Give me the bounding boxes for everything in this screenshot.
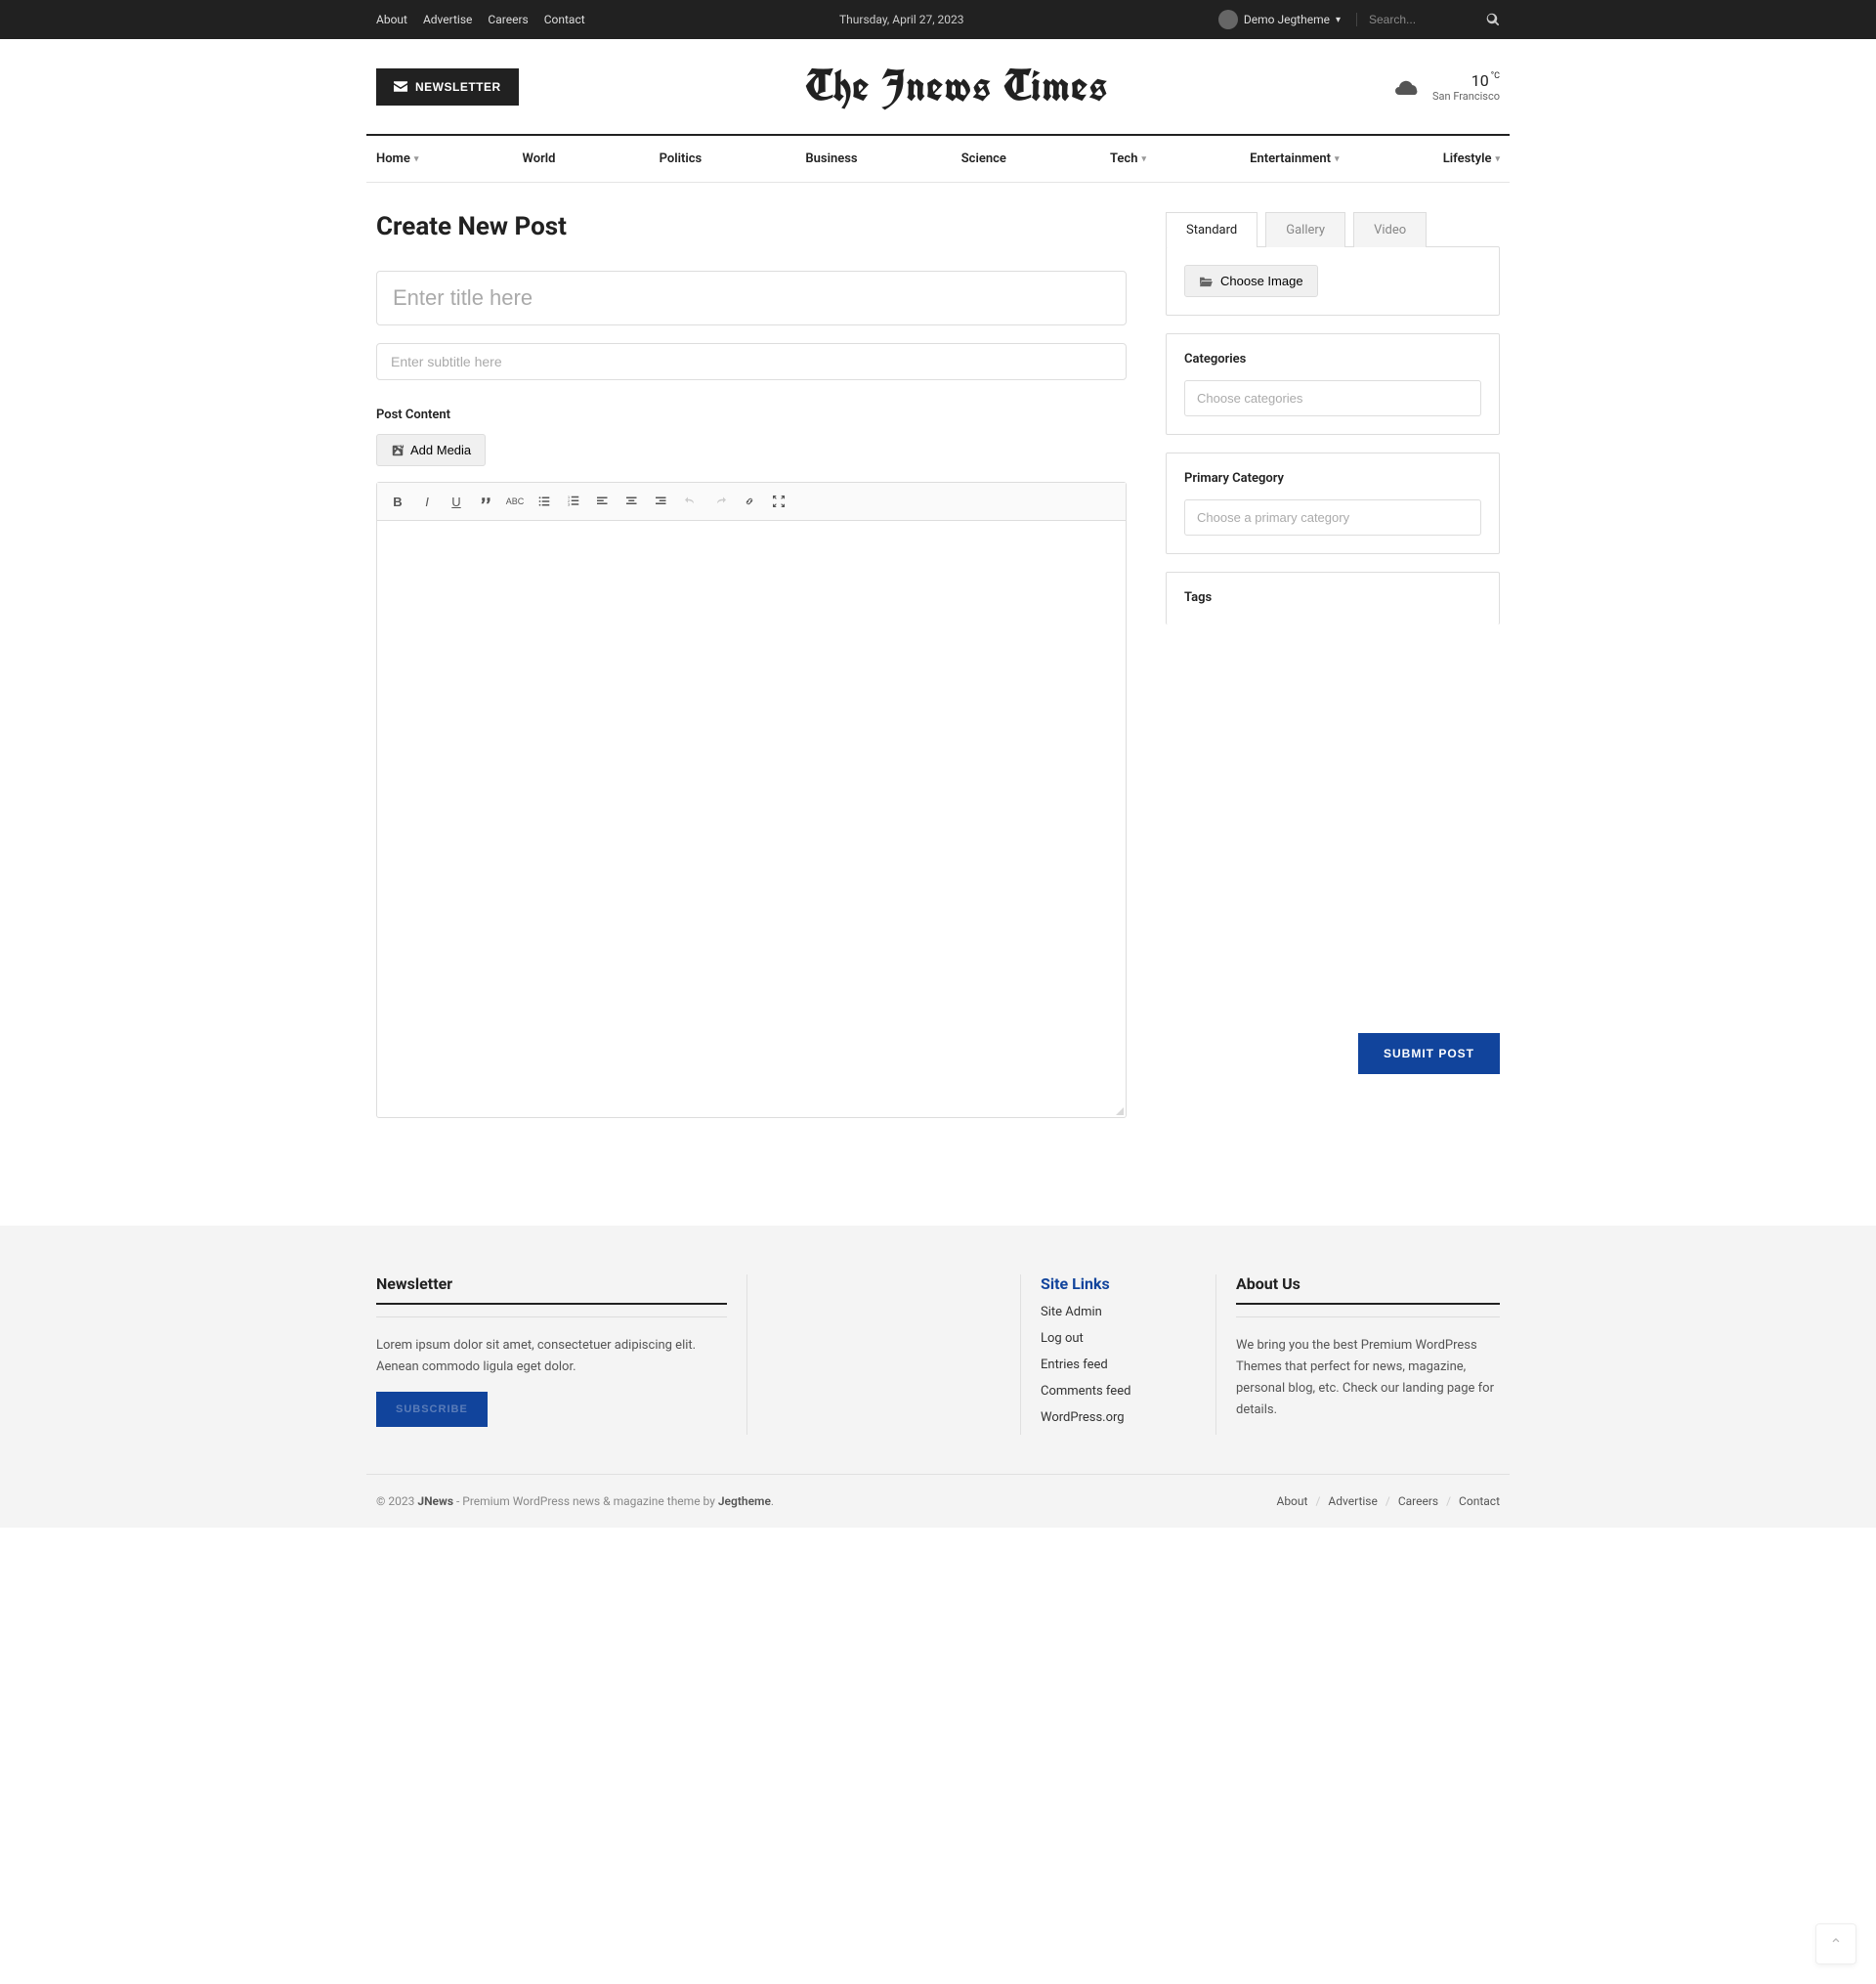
align-left-button[interactable] bbox=[590, 489, 616, 514]
primary-category-box: Primary Category bbox=[1166, 453, 1500, 554]
undo-button[interactable] bbox=[678, 489, 704, 514]
tab-video[interactable]: Video bbox=[1353, 212, 1427, 247]
footer-bottom-links: About/ Advertise/ Careers/ Contact bbox=[1276, 1494, 1500, 1508]
svg-text:3: 3 bbox=[568, 503, 570, 507]
topbar-link-contact[interactable]: Contact bbox=[544, 13, 585, 26]
media-icon bbox=[391, 444, 405, 457]
categories-label: Categories bbox=[1184, 352, 1481, 367]
add-media-label: Add Media bbox=[410, 443, 471, 457]
footer-about-text: We bring you the best Premium WordPress … bbox=[1236, 1335, 1500, 1421]
footer-newsletter-text: Lorem ipsum dolor sit amet, consectetuer… bbox=[376, 1335, 727, 1378]
redo-button[interactable] bbox=[707, 489, 733, 514]
chevron-up-icon: ⌃ bbox=[1829, 1935, 1842, 1954]
format-tabs: Standard Gallery Video bbox=[1166, 212, 1500, 247]
strike-button[interactable]: ABC bbox=[502, 489, 528, 514]
quote-button[interactable] bbox=[473, 489, 498, 514]
footer-link-entries[interactable]: Entries feed bbox=[1041, 1352, 1196, 1378]
site-logo[interactable]: The Jnews Times bbox=[519, 59, 1395, 114]
search-input[interactable] bbox=[1369, 13, 1486, 26]
chevron-down-icon: ▾ bbox=[1335, 154, 1340, 164]
user-menu[interactable]: Demo Jegtheme ▾ bbox=[1218, 10, 1341, 29]
nav-item-tech[interactable]: Tech▾ bbox=[1110, 136, 1146, 182]
categories-box: Categories bbox=[1166, 333, 1500, 435]
footer-sitelinks-heading: Site Links bbox=[1041, 1274, 1196, 1299]
nav-item-politics[interactable]: Politics bbox=[660, 136, 703, 182]
add-media-button[interactable]: Add Media bbox=[376, 434, 486, 466]
editor-toolbar: B I U ABC 123 bbox=[377, 483, 1126, 521]
footer-newsletter-heading: Newsletter bbox=[376, 1274, 727, 1305]
post-editor: B I U ABC 123 bbox=[376, 482, 1127, 1118]
chevron-down-icon: ▾ bbox=[1495, 154, 1500, 164]
envelope-icon bbox=[394, 81, 407, 92]
post-content-label: Post Content bbox=[376, 408, 1127, 422]
subscribe-button[interactable]: SUBSCRIBE bbox=[376, 1392, 488, 1427]
weather-widget: 10°C San Francisco bbox=[1395, 71, 1500, 103]
nav-item-science[interactable]: Science bbox=[961, 136, 1006, 182]
fullscreen-button[interactable] bbox=[766, 489, 791, 514]
tab-gallery[interactable]: Gallery bbox=[1265, 212, 1345, 247]
page-title: Create New Post bbox=[376, 212, 1127, 241]
user-name-label: Demo Jegtheme bbox=[1244, 13, 1330, 26]
back-to-top-button[interactable]: ⌃ bbox=[1815, 1923, 1856, 1964]
align-center-button[interactable] bbox=[619, 489, 645, 514]
post-subtitle-input[interactable] bbox=[376, 343, 1127, 380]
chevron-down-icon: ▾ bbox=[1141, 154, 1146, 164]
categories-input[interactable] bbox=[1184, 380, 1481, 416]
nav-item-lifestyle[interactable]: Lifestyle▾ bbox=[1443, 136, 1500, 182]
bottom-link-about[interactable]: About bbox=[1276, 1494, 1307, 1508]
nav-item-world[interactable]: World bbox=[523, 136, 556, 182]
tab-standard[interactable]: Standard bbox=[1166, 212, 1258, 247]
weather-city: San Francisco bbox=[1432, 90, 1500, 103]
search-button[interactable] bbox=[1486, 13, 1500, 26]
ul-button[interactable] bbox=[532, 489, 557, 514]
choose-image-button[interactable]: Choose Image bbox=[1184, 265, 1318, 297]
primary-category-label: Primary Category bbox=[1184, 471, 1481, 486]
cloud-icon bbox=[1395, 76, 1423, 98]
topbar-link-careers[interactable]: Careers bbox=[488, 13, 528, 26]
main-nav: Home▾ World Politics Business Science Tech▾ En… bbox=[376, 136, 1500, 182]
ol-button[interactable]: 123 bbox=[561, 489, 586, 514]
footer-link-comments[interactable]: Comments feed bbox=[1041, 1378, 1196, 1404]
newsletter-label: NEWSLETTER bbox=[415, 80, 501, 94]
italic-button[interactable]: I bbox=[414, 489, 440, 514]
newsletter-button[interactable]: NEWSLETTER bbox=[376, 68, 519, 106]
nav-item-home[interactable]: Home▾ bbox=[376, 136, 418, 182]
link-button[interactable] bbox=[737, 489, 762, 514]
avatar bbox=[1218, 10, 1238, 29]
nav-item-business[interactable]: Business bbox=[805, 136, 857, 182]
footer-sitelinks-list: Site Admin Log out Entries feed Comments… bbox=[1041, 1299, 1196, 1431]
topbar-link-advertise[interactable]: Advertise bbox=[423, 13, 472, 26]
post-title-input[interactable] bbox=[376, 271, 1127, 325]
align-right-button[interactable] bbox=[649, 489, 674, 514]
tags-box: Tags bbox=[1166, 572, 1500, 625]
topbar-link-about[interactable]: About bbox=[376, 13, 407, 26]
resize-handle[interactable] bbox=[1114, 1105, 1124, 1115]
chevron-down-icon: ▾ bbox=[414, 154, 419, 164]
footer-link-wordpress[interactable]: WordPress.org bbox=[1041, 1404, 1196, 1431]
jegtheme-link[interactable]: Jegtheme bbox=[718, 1494, 771, 1508]
bottom-link-careers[interactable]: Careers bbox=[1398, 1494, 1438, 1508]
primary-category-input[interactable] bbox=[1184, 499, 1481, 536]
search-icon bbox=[1486, 13, 1500, 26]
submit-post-button[interactable]: SUBMIT POST bbox=[1358, 1033, 1500, 1074]
topbar-date: Thursday, April 27, 2023 bbox=[585, 13, 1218, 26]
chevron-down-icon: ▾ bbox=[1336, 15, 1341, 25]
footer-link-logout[interactable]: Log out bbox=[1041, 1325, 1196, 1352]
footer-about-heading: About Us bbox=[1236, 1274, 1500, 1305]
editor-body[interactable] bbox=[377, 521, 1126, 1117]
nav-item-entertainment[interactable]: Entertainment▾ bbox=[1250, 136, 1339, 182]
footer-link-siteadmin[interactable]: Site Admin bbox=[1041, 1299, 1196, 1325]
choose-image-label: Choose Image bbox=[1220, 274, 1303, 288]
bold-button[interactable]: B bbox=[385, 489, 410, 514]
bottom-link-contact[interactable]: Contact bbox=[1459, 1494, 1500, 1508]
weather-temp: 10°C bbox=[1471, 71, 1500, 90]
tags-label: Tags bbox=[1184, 590, 1481, 605]
copyright: © 2023 JNews - Premium WordPress news & … bbox=[376, 1494, 774, 1508]
featured-image-box: Choose Image bbox=[1166, 246, 1500, 316]
folder-open-icon bbox=[1199, 276, 1213, 287]
bottom-link-advertise[interactable]: Advertise bbox=[1328, 1494, 1377, 1508]
underline-button[interactable]: U bbox=[444, 489, 469, 514]
topbar-links: About Advertise Careers Contact bbox=[376, 13, 585, 26]
